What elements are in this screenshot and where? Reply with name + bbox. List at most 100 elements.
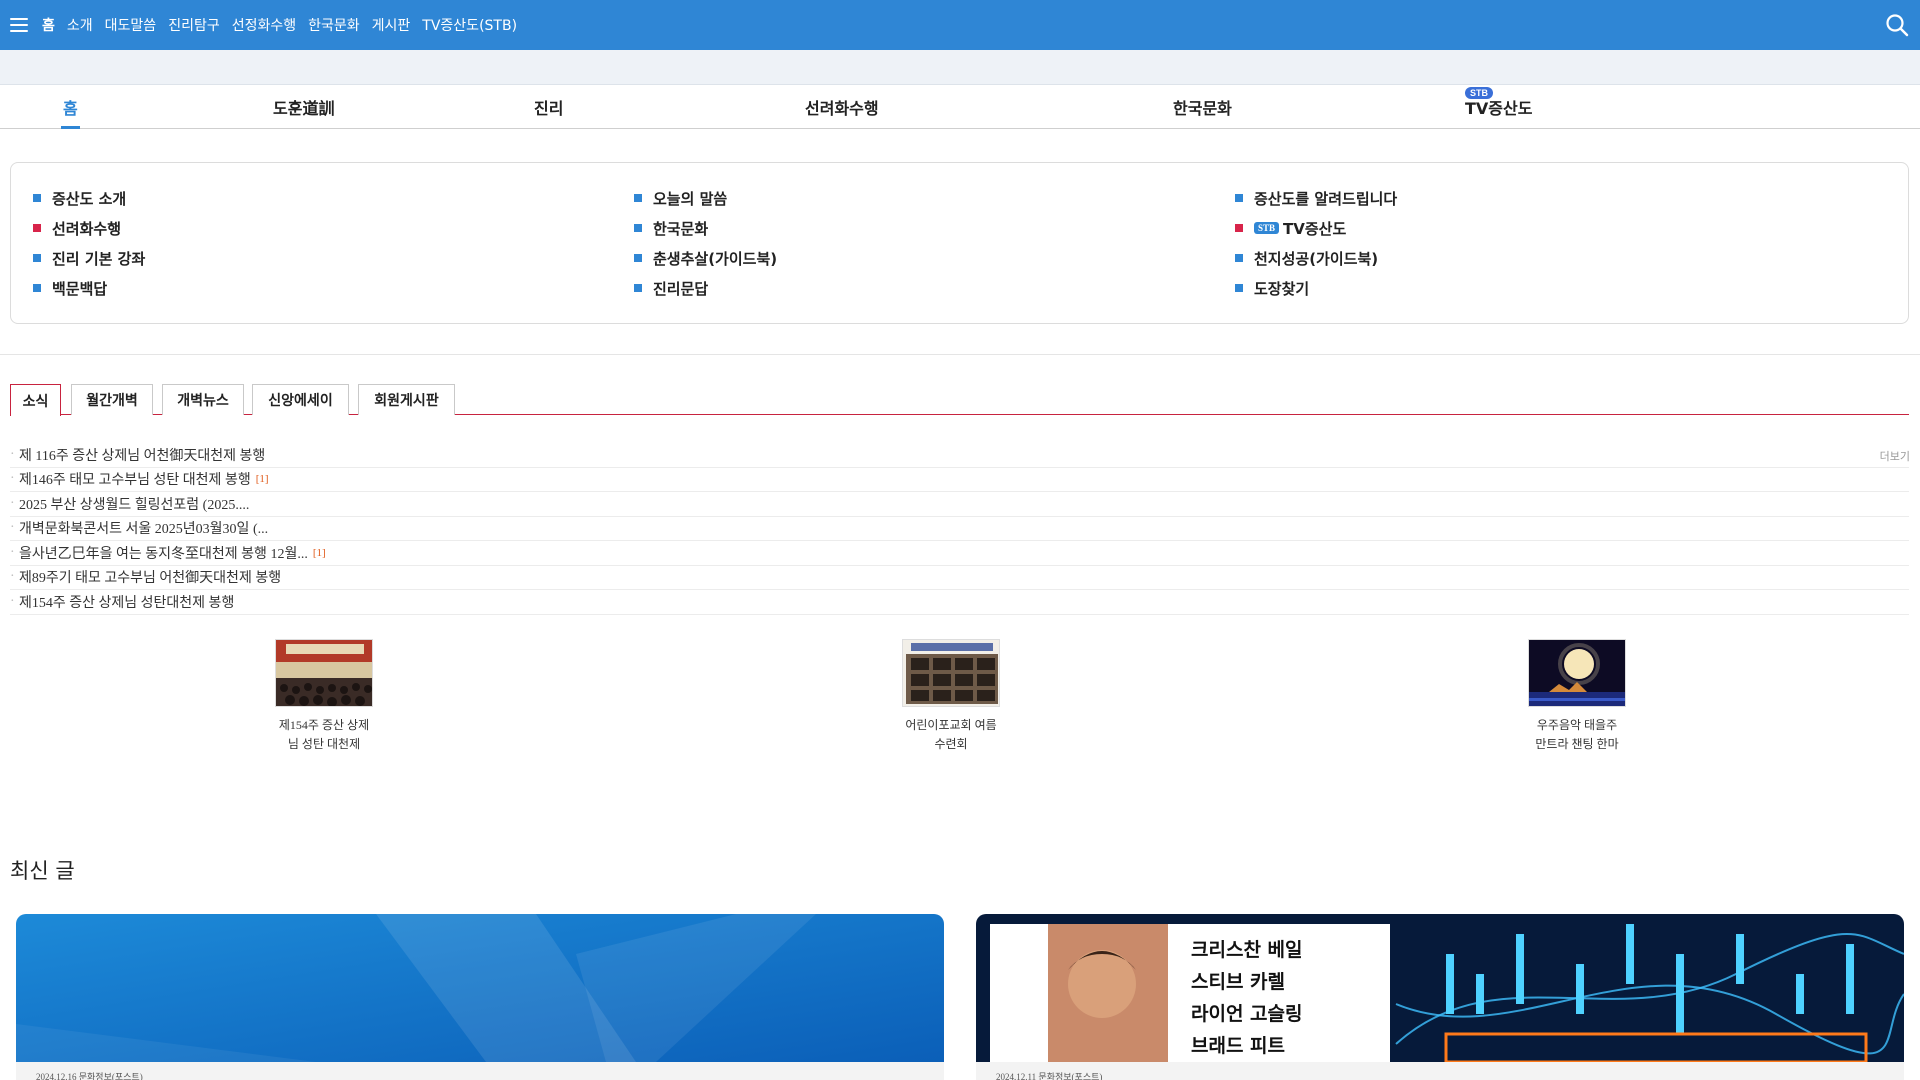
quick-link-label: 백문백답	[52, 279, 108, 298]
thumbnail-item[interactable]: 제154주 증산 상제 님 성탄 대천제	[275, 639, 373, 754]
poster-line: 브래드 피트	[1191, 1035, 1286, 1057]
quick-link-label: 진리 기본 강좌	[52, 249, 146, 268]
thumbnail-caption: 제154주 증산 상제 님 성탄 대천제	[275, 716, 373, 754]
sub-bar	[0, 50, 1920, 85]
top-nav-culture[interactable]: 한국문화	[308, 15, 360, 35]
section-divider	[0, 354, 1920, 355]
board-tabs: 소식 월간개벽 개벽뉴스 신앙에세이 회원게시판	[10, 384, 1909, 416]
quick-link-label: TV증산도	[1283, 219, 1347, 238]
quick-link-label: 진리문답	[653, 279, 709, 298]
quick-links-col-2: 오늘의 말씀 한국문화 춘생추살(가이드북) 진리문답	[634, 183, 777, 303]
quick-link-label: 선려화수행	[52, 219, 122, 238]
quick-link-label: 한국문화	[653, 219, 709, 238]
tab-practice[interactable]: 선려화수행	[805, 85, 879, 129]
tab-dohun[interactable]: 도훈道訓	[273, 85, 334, 129]
quick-links-box: 증산도 소개 선려화수행 진리 기본 강좌 백문백답 오늘의 말씀 한국문화 춘…	[10, 162, 1909, 324]
bullet-icon	[1235, 284, 1243, 292]
top-nav-tv[interactable]: TV증산도(STB)	[422, 15, 517, 35]
tab-home[interactable]: 홈	[61, 85, 80, 129]
board-tab-monthly[interactable]: 월간개벽	[71, 384, 153, 415]
latest-posts-title: 최신 글	[10, 859, 75, 883]
quick-link-label: 오늘의 말씀	[653, 189, 728, 208]
card-meta: 2024.12.11 문화정보(포스트)	[996, 1072, 1103, 1080]
list-item[interactable]: 을사년乙巳年을 여는 동지冬至대천제 봉행 12월... [1]	[10, 541, 1909, 566]
more-link[interactable]: 더보기	[1880, 448, 1910, 464]
quick-link-intro[interactable]: 증산도 소개	[33, 183, 145, 213]
board-tab-news[interactable]: 소식	[10, 384, 61, 416]
comment-count: [1]	[255, 473, 269, 486]
quick-link-find-dojang[interactable]: 도장찾기	[1235, 273, 1397, 303]
thumbnail-item[interactable]: 우주음악 태을주 만트라 챈팅 한마	[1528, 639, 1626, 754]
post-title: 제146주 태모 고수부님 성탄 대천제 봉행	[19, 473, 251, 489]
top-nav-about[interactable]: 소개	[67, 15, 93, 35]
bullet-icon	[634, 224, 642, 232]
quick-link-label: 천지성공(가이드북)	[1254, 249, 1379, 268]
post-title: 제154주 증산 상제님 성탄대천제 봉행	[19, 595, 235, 611]
bullet-icon	[634, 284, 642, 292]
latest-post-card[interactable]: 크리스찬 베일 스티브 카렐 라이언 고슬링 브래드 피트 2024.12.11…	[976, 914, 1904, 1080]
list-item[interactable]: 2025 부산 상생월드 힐링선포럼 (2025....	[10, 492, 1909, 517]
quick-link-label: 도장찾기	[1254, 279, 1310, 298]
list-item[interactable]: 제154주 증산 상제님 성탄대천제 봉행	[10, 590, 1909, 615]
quick-link-qa[interactable]: 백문백답	[33, 273, 145, 303]
post-title: 2025 부산 상생월드 힐링선포럼 (2025....	[19, 497, 250, 513]
quick-links-col-1: 증산도 소개 선려화수행 진리 기본 강좌 백문백답	[33, 183, 145, 303]
quick-link-culture[interactable]: 한국문화	[634, 213, 777, 243]
top-nav-bar: 홈 소개 대도말씀 진리탐구 선정화수행 한국문화 게시판 TV증산도(STB)	[0, 0, 1920, 50]
tab-culture[interactable]: 한국문화	[1173, 85, 1232, 129]
search-icon[interactable]	[1884, 12, 1910, 38]
quick-link-today-words[interactable]: 오늘의 말씀	[634, 183, 777, 213]
caption-line: 님 성탄 대천제	[287, 737, 361, 751]
post-title: 개벽문화북콘서트 서울 2025년03월30일 (...	[19, 522, 269, 538]
quick-link-truth-qa[interactable]: 진리문답	[634, 273, 777, 303]
bullet-icon	[1235, 254, 1243, 262]
top-nav-truth[interactable]: 진리탐구	[168, 15, 220, 35]
quick-link-guidebook-2[interactable]: 천지성공(가이드북)	[1235, 243, 1397, 273]
top-nav-home[interactable]: 홈	[42, 15, 55, 35]
bullet-icon	[33, 224, 41, 232]
thumbnail-image	[1528, 639, 1626, 707]
card-meta: 2024.12.16 문화정보(포스트)	[36, 1072, 143, 1080]
stb-badge: STB	[1465, 87, 1493, 99]
caption-line: 제154주 증산 상제	[278, 718, 370, 732]
top-nav-board[interactable]: 게시판	[372, 15, 411, 35]
quick-link-guidebook-1[interactable]: 춘생추살(가이드북)	[634, 243, 777, 273]
card-image: 크리스찬 베일 스티브 카렐 라이언 고슬링 브래드 피트	[976, 914, 1904, 1064]
thumbnail-item[interactable]: 어린이포교회 여름 수련회	[902, 639, 1000, 754]
bullet-icon	[33, 254, 41, 262]
top-nav-words[interactable]: 대도말씀	[105, 15, 157, 35]
tab-tv[interactable]: STB TV증산도	[1465, 85, 1532, 129]
post-title: 제89주기 태모 고수부님 어천御天대천제 봉행	[19, 571, 282, 587]
menu-icon[interactable]	[10, 18, 28, 32]
board-tab-members[interactable]: 회원게시판	[358, 384, 455, 415]
stb-mini-badge: STB	[1254, 222, 1280, 234]
quick-link-practice[interactable]: 선려화수행	[33, 213, 145, 243]
list-item[interactable]: 제 116주 증산 상제님 어천御天대천제 봉행	[10, 443, 1909, 468]
quick-link-lecture[interactable]: 진리 기본 강좌	[33, 243, 145, 273]
latest-post-card[interactable]: 2024.12.16 문화정보(포스트)	[16, 914, 944, 1080]
post-title: 을사년乙巳年을 여는 동지冬至대천제 봉행 12월...	[19, 546, 308, 562]
poster-line: 크리스찬 베일	[1191, 939, 1303, 961]
bullet-icon	[33, 284, 41, 292]
caption-line: 만트라 챈팅 한마	[1535, 737, 1619, 751]
caption-line: 어린이포교회 여름	[905, 718, 997, 732]
bullet-icon	[634, 254, 642, 262]
caption-line: 우주음악 태을주	[1536, 718, 1618, 732]
bullet-icon	[1235, 224, 1243, 232]
list-item[interactable]: 개벽문화북콘서트 서울 2025년03월30일 (...	[10, 517, 1909, 541]
list-item[interactable]: 제89주기 태모 고수부님 어천御天대천제 봉행	[10, 566, 1909, 590]
bullet-icon	[33, 194, 41, 202]
thumbnail-caption: 어린이포교회 여름 수련회	[902, 716, 1000, 754]
quick-link-tv[interactable]: STB TV증산도	[1235, 213, 1397, 243]
tab-truth[interactable]: 진리	[534, 85, 563, 129]
post-list: 제 116주 증산 상제님 어천御天대천제 봉행 제146주 태모 고수부님 성…	[10, 443, 1909, 615]
list-item[interactable]: 제146주 태모 고수부님 성탄 대천제 봉행 [1]	[10, 468, 1909, 492]
quick-link-notice[interactable]: 증산도를 알려드립니다	[1235, 183, 1397, 213]
comment-count: [1]	[312, 546, 326, 559]
thumbnail-caption: 우주음악 태을주 만트라 챈팅 한마	[1528, 716, 1626, 754]
top-nav-practice[interactable]: 선정화수행	[232, 15, 296, 35]
main-tabs: 홈 도훈道訓 진리 선려화수행 한국문화 STB TV증산도	[0, 85, 1920, 129]
board-tab-gaebyeok-news[interactable]: 개벽뉴스	[162, 384, 244, 415]
poster-line: 라이언 고슬링	[1191, 1003, 1303, 1025]
board-tab-essay[interactable]: 신앙에세이	[252, 384, 349, 415]
